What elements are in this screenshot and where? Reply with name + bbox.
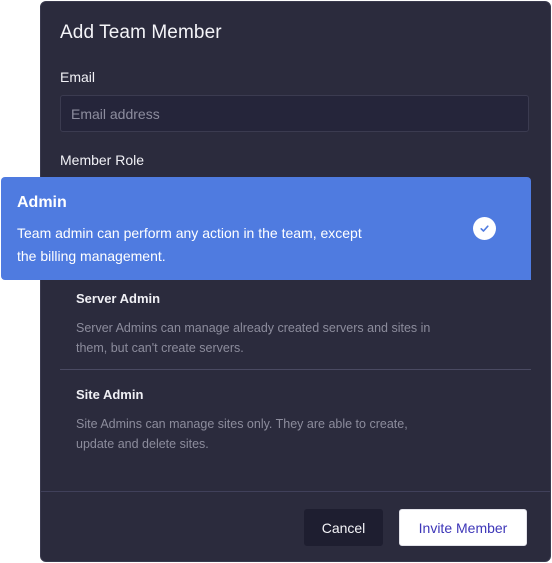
add-team-member-modal: Add Team Member Email Member Role Server… [40, 1, 551, 562]
email-input[interactable] [60, 95, 529, 132]
invite-member-button[interactable]: Invite Member [399, 509, 527, 546]
role-option-admin-selected[interactable]: Admin Team admin can perform any action … [1, 177, 531, 280]
role-option-server-admin[interactable]: Server Admin Server Admins can manage al… [60, 291, 531, 358]
role-name: Admin [17, 194, 67, 211]
cancel-button[interactable]: Cancel [304, 509, 383, 546]
role-description: Site Admins can manage sites only. They … [76, 417, 408, 451]
role-option-site-admin[interactable]: Site Admin Site Admins can manage sites … [60, 387, 531, 454]
footer-divider [41, 491, 550, 492]
email-label: Email [60, 69, 96, 85]
role-name: Site Admin [76, 387, 144, 402]
member-role-label: Member Role [60, 152, 145, 168]
modal-title: Add Team Member [60, 22, 222, 43]
role-divider [60, 369, 531, 370]
role-name: Server Admin [76, 291, 161, 306]
role-description: Server Admins can manage already created… [76, 321, 431, 355]
role-description: Team admin can perform any action in the… [17, 225, 362, 264]
check-circle-icon [473, 217, 496, 240]
